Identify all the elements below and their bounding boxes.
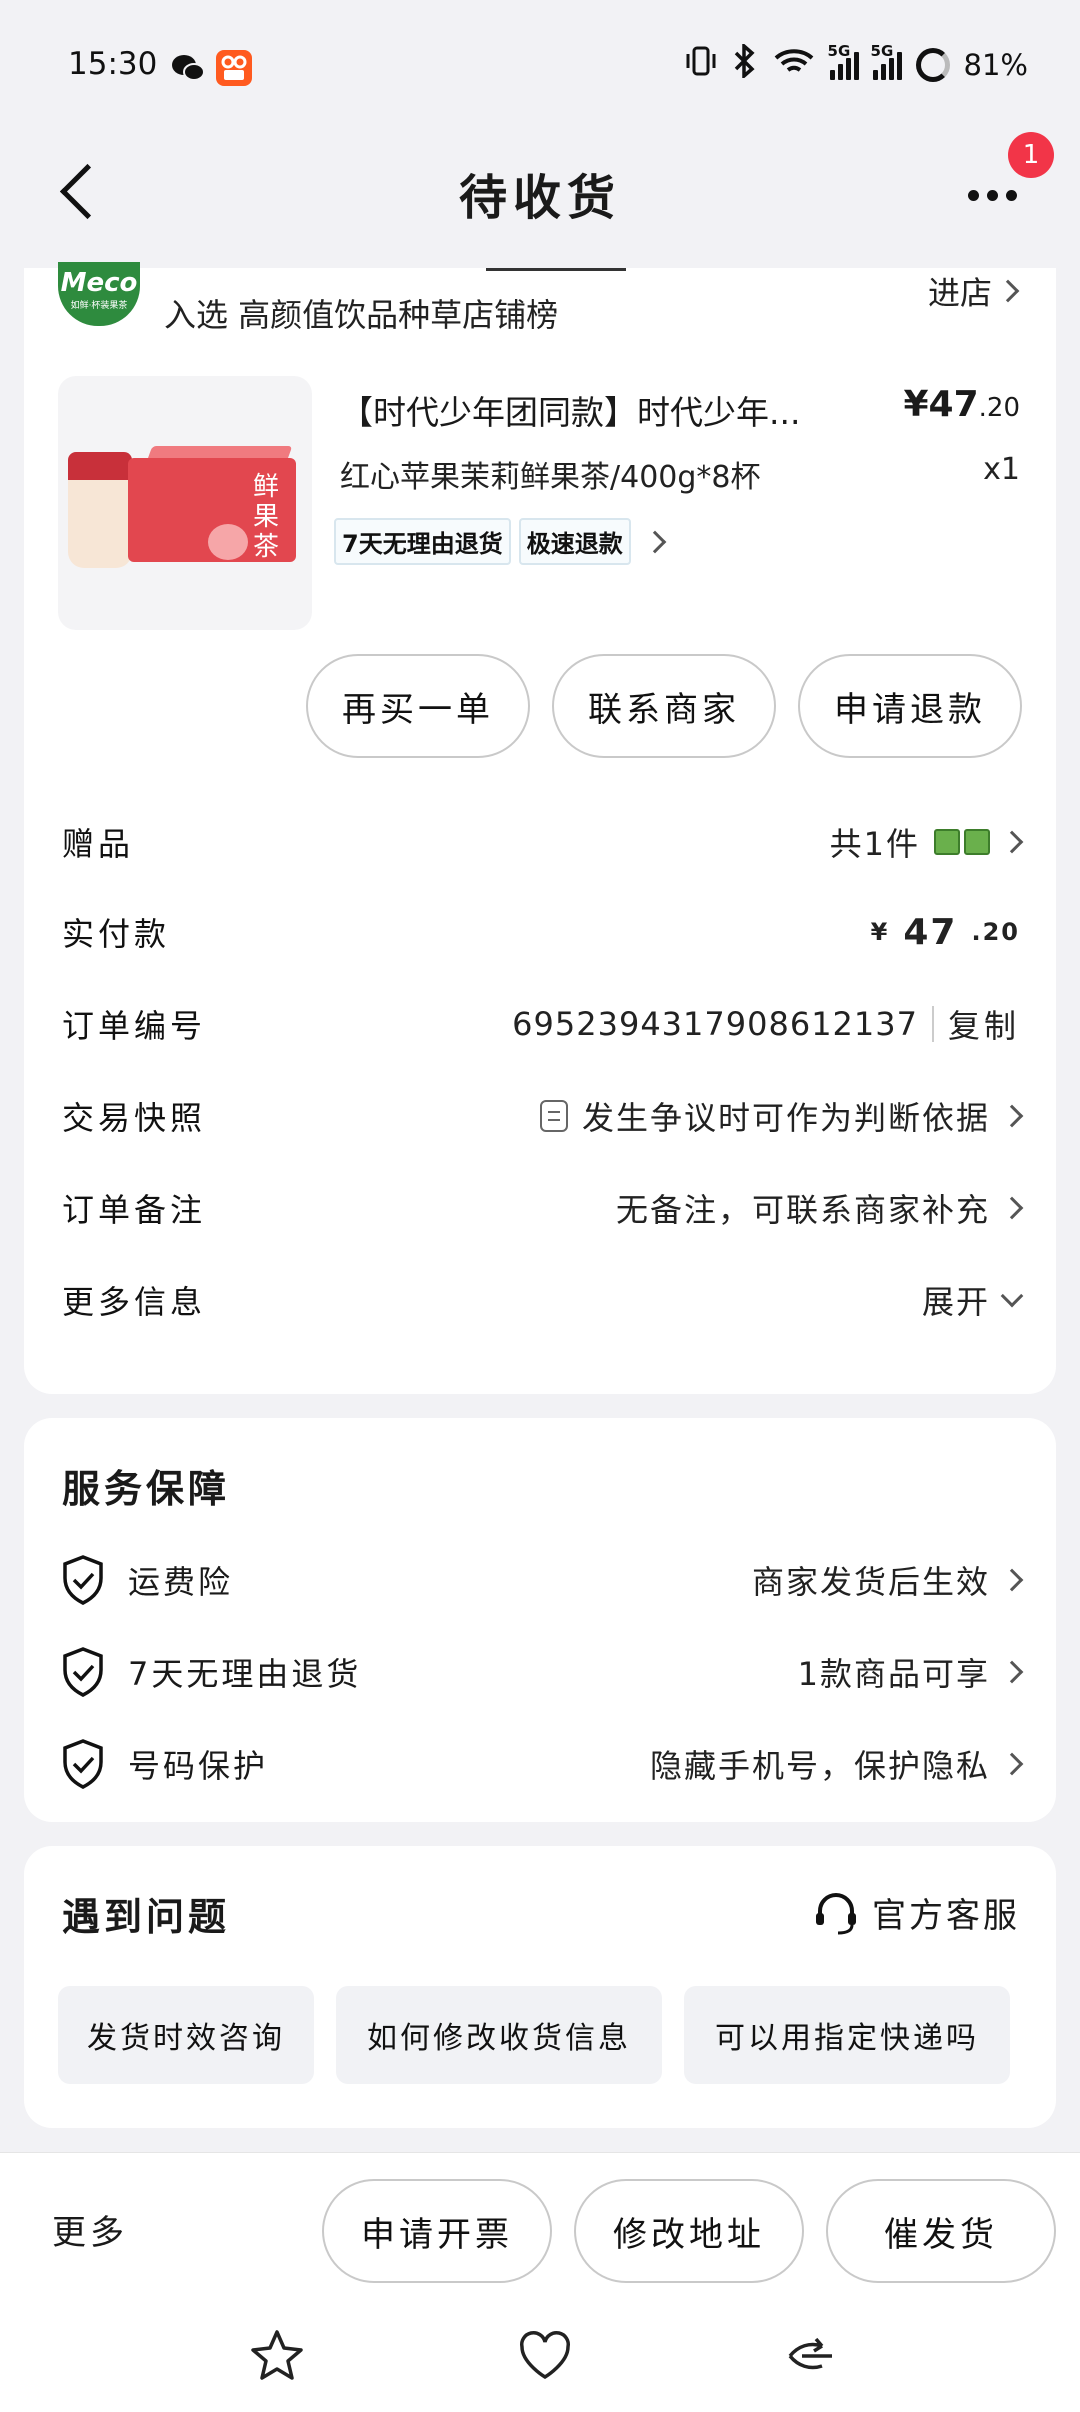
service-row-number-protection[interactable]: 号码保护 隐藏手机号，保护隐私 — [60, 1732, 1024, 1796]
star-icon[interactable] — [242, 2321, 312, 2391]
gift-row[interactable]: 赠品 共1件 — [62, 812, 1024, 872]
more-actions-link[interactable]: 更多 — [52, 2205, 128, 2254]
notification-badge: 1 — [1008, 132, 1054, 178]
share-icon[interactable] — [776, 2321, 846, 2391]
service-row-7day-return[interactable]: 7天无理由退货 1款商品可享 — [60, 1640, 1024, 1704]
snapshot-value: 发生争议时可作为判断依据 — [581, 1099, 990, 1137]
service-guarantee-card: 服务保障 运费险 商家发货后生效 7天无理由退货 1款商品可享 号码保护 隐藏手… — [24, 1418, 1056, 1822]
contact-merchant-button[interactable]: 联系商家 — [552, 654, 776, 758]
more-info-label: 更多信息 — [62, 1283, 207, 1321]
kuaishou-app-icon — [216, 50, 252, 86]
gift-thumbnails — [934, 829, 990, 855]
battery-icon — [915, 47, 950, 82]
product-spec: 红心苹果茉莉鲜果茶/400g*8杯 — [340, 460, 761, 495]
battery-percent: 81% — [963, 47, 1028, 82]
enter-shop-link[interactable]: 进店 — [928, 268, 1020, 314]
shop-ranking-tag[interactable]: 入选 高颜值饮品种草店铺榜 — [164, 290, 558, 336]
chevron-right-icon — [643, 530, 667, 553]
product-image[interactable]: 鲜果茶 — [58, 376, 312, 630]
paid-label: 实付款 — [62, 915, 171, 953]
service-row-shipping-insurance[interactable]: 运费险 商家发货后生效 — [60, 1548, 1024, 1612]
request-refund-button[interactable]: 申请退款 — [798, 654, 1022, 758]
signal-icon-1: 5G — [828, 42, 859, 80]
status-icons: 5G 5G 81% — [684, 42, 1028, 85]
help-title: 遇到问题 — [62, 1895, 231, 1939]
tag-7day-return: 7天无理由退货 — [334, 518, 511, 565]
order-actions: 再买一单 联系商家 申请退款 — [306, 654, 1022, 758]
vibrate-icon — [684, 44, 718, 85]
order-number-row: 订单编号 6952394317908612137 复制 — [62, 994, 1020, 1054]
tag-fast-refund: 极速退款 — [518, 518, 631, 565]
paid-amount: ¥47.20 — [870, 911, 1020, 953]
chevron-right-icon — [1000, 830, 1024, 854]
signal-icon-2: 5G — [871, 42, 902, 80]
system-nav-bar — [0, 2321, 1080, 2401]
scroll-indicator — [486, 268, 626, 271]
chevron-right-icon — [996, 279, 1020, 303]
product-quantity: x1 — [983, 452, 1020, 487]
urge-shipping-button[interactable]: 催发货 — [826, 2179, 1056, 2283]
shop-logo[interactable]: Meco 如鲜·杯装果茶 — [58, 262, 140, 326]
copy-button[interactable]: 复制 — [948, 1001, 1020, 1047]
order-number-value: 6952394317908612137 — [512, 1005, 918, 1043]
top-nav: 待收货 — [0, 130, 1080, 270]
remark-label: 订单备注 — [62, 1191, 207, 1229]
status-time: 15:30 — [68, 46, 158, 82]
shield-check-icon — [60, 1554, 106, 1606]
wechat-icon — [170, 50, 206, 86]
page-title: 待收货 — [458, 170, 621, 226]
customer-service-link[interactable]: 官方客服 — [812, 1888, 1020, 1937]
edit-address-button[interactable]: 修改地址 — [574, 2179, 804, 2283]
product-tags[interactable]: 7天无理由退货 极速退款 — [334, 518, 667, 565]
product-title[interactable]: 【时代少年团同款】时代少年... — [340, 386, 880, 434]
buy-again-button[interactable]: 再买一单 — [306, 654, 530, 758]
remark-row[interactable]: 订单备注 无备注，可联系商家补充 — [62, 1178, 1024, 1238]
gift-label: 赠品 — [62, 825, 135, 863]
headset-icon — [812, 1889, 860, 1937]
heart-icon[interactable] — [510, 2321, 580, 2391]
more-info-row[interactable]: 更多信息 展开 — [62, 1270, 1024, 1330]
expand-label: 展开 — [921, 1283, 990, 1321]
faq-chips: 发货时效咨询 如何修改收货信息 可以用指定快递吗 — [58, 1986, 1010, 2084]
faq-chip-courier[interactable]: 可以用指定快递吗 — [684, 1986, 1010, 2084]
shield-check-icon — [60, 1646, 106, 1698]
gift-value: 共1件 — [829, 825, 920, 863]
faq-chip-edit-address[interactable]: 如何修改收货信息 — [336, 1986, 662, 2084]
document-icon — [539, 1100, 568, 1132]
bluetooth-icon — [732, 42, 758, 85]
bottom-action-bar: 更多 申请开票 修改地址 催发货 — [0, 2152, 1080, 2412]
snapshot-row[interactable]: 交易快照 发生争议时可作为判断依据 — [62, 1086, 1024, 1146]
faq-chip-shipping-time[interactable]: 发货时效咨询 — [58, 1986, 314, 2084]
wifi-icon — [772, 44, 816, 85]
snapshot-label: 交易快照 — [62, 1099, 207, 1137]
order-card: Meco 如鲜·杯装果茶 入选 高颜值饮品种草店铺榜 进店 鲜果茶 【时代少年团同… — [24, 262, 1056, 1394]
chevron-down-icon — [1000, 1284, 1024, 1308]
product-price: ¥47.20 — [903, 384, 1020, 425]
paid-row: 实付款 ¥47.20 — [62, 902, 1020, 962]
service-title: 服务保障 — [62, 1467, 231, 1511]
chevron-right-icon — [1000, 1196, 1024, 1220]
remark-value: 无备注，可联系商家补充 — [615, 1191, 990, 1229]
more-options-icon[interactable] — [952, 170, 1032, 220]
shield-check-icon — [60, 1738, 106, 1790]
status-bar: 15:30 5G 5G 81% — [0, 0, 1080, 130]
product-image-text: 鲜果茶 — [252, 472, 279, 562]
chevron-right-icon — [1000, 1660, 1024, 1684]
help-card: 遇到问题 官方客服 发货时效咨询 如何修改收货信息 可以用指定快递吗 — [24, 1846, 1056, 2128]
chevron-right-icon — [1000, 1568, 1024, 1592]
request-invoice-button[interactable]: 申请开票 — [322, 2179, 552, 2283]
order-number-label: 订单编号 — [62, 1007, 207, 1045]
chevron-right-icon — [1000, 1104, 1024, 1128]
chevron-right-icon — [1000, 1752, 1024, 1776]
bottom-actions: 申请开票 修改地址 催发货 — [322, 2179, 1056, 2283]
